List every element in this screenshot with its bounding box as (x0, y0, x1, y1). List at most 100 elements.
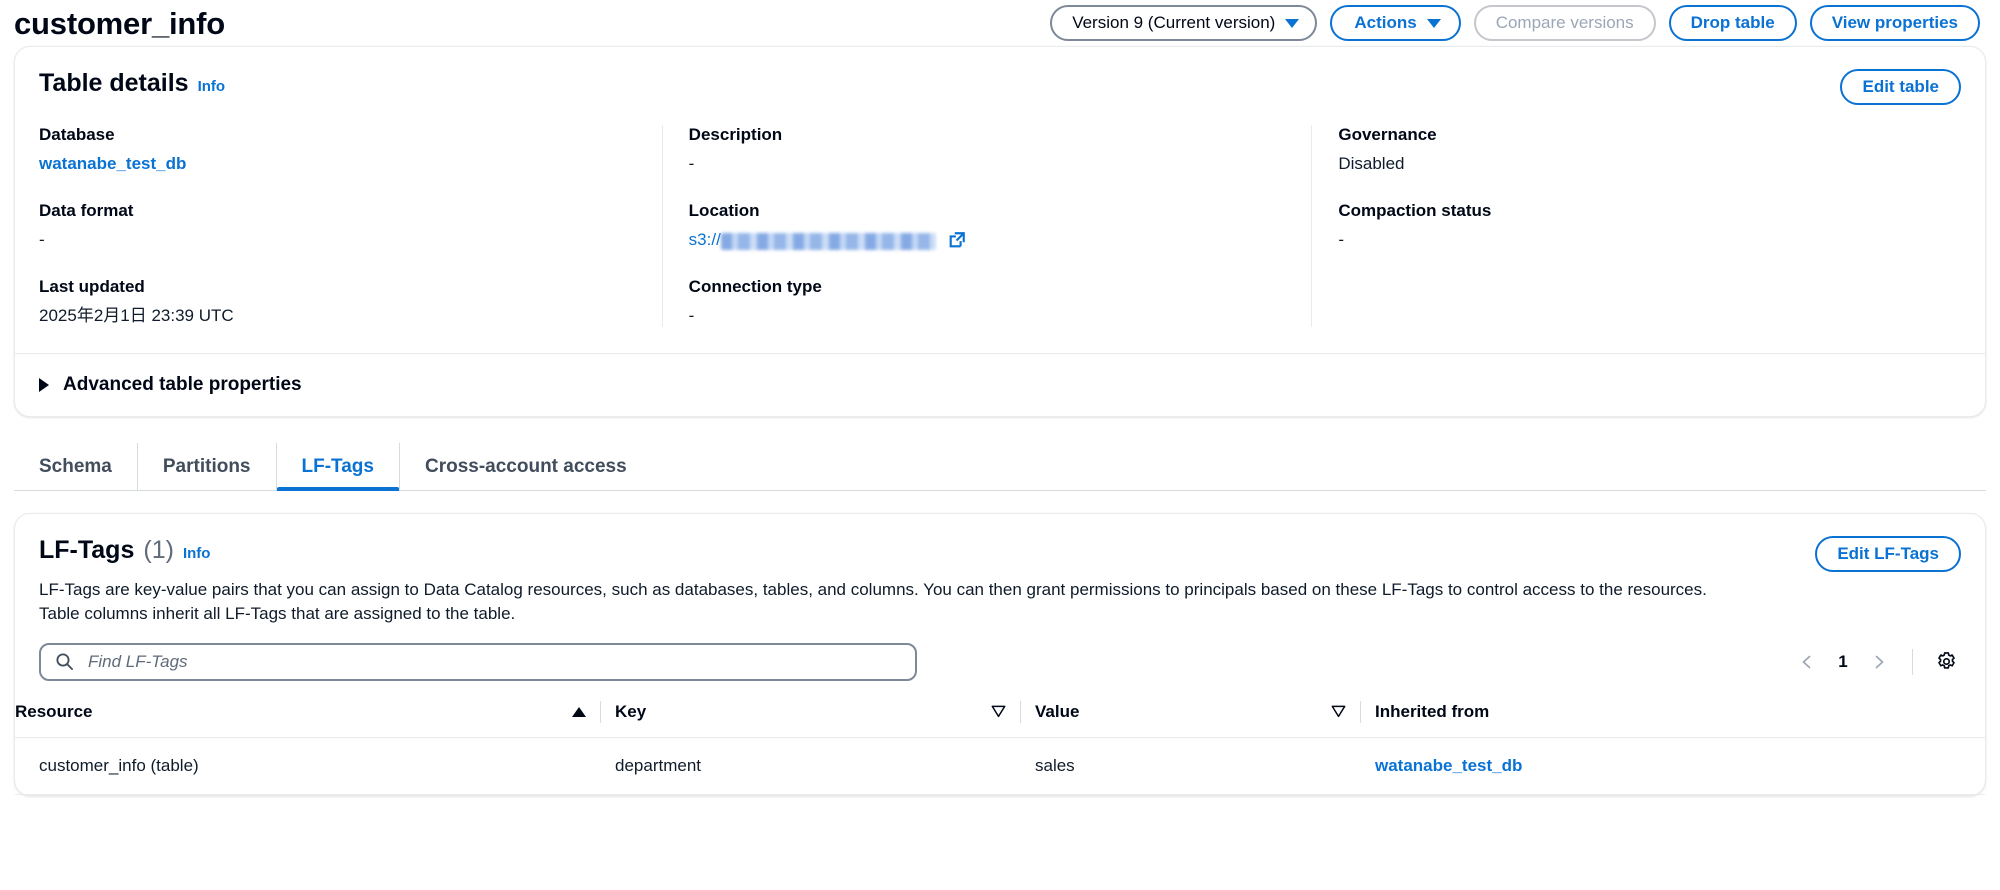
field-value: 2025年2月1日 23:39 UTC (39, 306, 234, 326)
tab-partitions[interactable]: Partitions (138, 443, 277, 491)
field-label: Last updated (39, 277, 145, 297)
header-actions: Version 9 (Current version) Actions Comp… (1050, 5, 1980, 41)
pagination-page-1[interactable]: 1 (1830, 652, 1856, 672)
column-header-key[interactable]: Key (615, 692, 1035, 738)
tab-label: Cross-account access (424, 455, 627, 477)
field-label: Description (688, 125, 783, 144)
search-box[interactable] (39, 642, 917, 681)
field-value: Disabled (1338, 154, 1405, 173)
lf-tags-toolbar: 1 (15, 627, 1985, 693)
field-database: Database watanabe_test_db (39, 125, 636, 175)
sort-ascending-icon (572, 706, 586, 717)
triangle-right-icon (39, 378, 49, 393)
lf-tags-header: LF-Tags (1) Info Edit LF-Tags (15, 514, 1985, 578)
advanced-table-properties-expander[interactable]: Advanced table properties (15, 353, 1985, 416)
actions-button-label: Actions (1354, 13, 1417, 32)
info-link[interactable]: Info (198, 78, 226, 95)
table-details-title: Table details (39, 69, 189, 97)
field-location: Location s3:// (689, 201, 1286, 251)
sort-unsorted-icon (991, 705, 1006, 718)
pagination: 1 (1790, 645, 1963, 679)
details-column-1: Database watanabe_test_db Data format - … (39, 125, 662, 327)
lf-tags-description-line-1: LF-Tags are key-value pairs that you can… (39, 580, 1707, 600)
field-label: Connection type (688, 277, 822, 297)
pagination-next-button[interactable] (1862, 645, 1896, 679)
table-preferences-button[interactable] (1929, 645, 1963, 679)
lf-tags-table-body: customer_info (table) department sales w… (15, 737, 1985, 795)
pagination-prev-button[interactable] (1790, 645, 1824, 679)
drop-table-button[interactable]: Drop table (1668, 5, 1797, 41)
field-label: Location (688, 201, 760, 221)
tab-bar: Schema Partitions LF-Tags Cross-account … (14, 443, 1986, 492)
table-details-header: Table details Info Edit table (15, 47, 1985, 111)
version-selector-dropdown[interactable]: Version 9 (Current version) (1050, 5, 1318, 41)
compare-versions-label: Compare versions (1495, 13, 1634, 32)
gear-icon (1936, 651, 1957, 672)
column-header-label: Resource (15, 701, 93, 721)
location-link[interactable]: s3:// (689, 229, 721, 251)
field-value: - (688, 306, 695, 326)
sort-unsorted-icon (1331, 705, 1346, 718)
field-description: Description - (689, 125, 1286, 175)
field-label: Governance (1338, 125, 1437, 144)
redacted-location-value (720, 232, 936, 250)
table-header-row: Resource Key Value Inherited from (15, 692, 1985, 738)
cell-key: department (615, 737, 1035, 795)
database-link[interactable]: watanabe_test_db (39, 154, 186, 173)
field-label: Database (39, 125, 115, 144)
view-properties-button[interactable]: View properties (1809, 5, 1980, 41)
column-header-label: Value (1035, 701, 1080, 721)
tab-label: LF-Tags (301, 455, 374, 477)
field-data-format: Data format - (39, 201, 636, 251)
column-header-inherited-from[interactable]: Inherited from (1375, 692, 1985, 738)
view-properties-label: View properties (1831, 13, 1958, 32)
table-details-grid: Database watanabe_test_db Data format - … (15, 111, 1985, 353)
chevron-left-icon (1799, 654, 1815, 670)
lf-tags-description-line-2: Table columns inherit all LF-Tags that a… (39, 604, 516, 624)
tab-cross-account-access[interactable]: Cross-account access (400, 443, 652, 490)
search-input[interactable] (86, 650, 901, 673)
edit-lf-tags-label: Edit LF-Tags (1837, 544, 1939, 564)
search-icon (55, 652, 74, 671)
version-selector-label: Version 9 (Current version) (1072, 13, 1276, 32)
compare-versions-button[interactable]: Compare versions (1473, 5, 1656, 41)
toolbar-divider (1912, 648, 1913, 675)
lf-tags-title: LF-Tags (39, 536, 135, 565)
table-row[interactable]: customer_info (table) department sales w… (15, 737, 1985, 795)
field-connection-type: Connection type - (689, 277, 1286, 327)
lf-tags-table-head: Resource Key Value Inherited from (15, 692, 1985, 738)
cell-resource: customer_info (table) (15, 737, 615, 795)
cell-value: sales (1035, 737, 1375, 795)
details-column-2: Description - Location s3:// Connection … (661, 125, 1312, 328)
page-title: customer_info (14, 5, 225, 41)
column-header-label: Inherited from (1375, 701, 1490, 721)
field-label: Compaction status (1338, 201, 1492, 221)
external-link-icon[interactable] (948, 231, 966, 249)
chevron-down-icon (1285, 18, 1300, 28)
table-details-card: Table details Info Edit table Database w… (14, 46, 1986, 418)
field-value: - (39, 230, 45, 250)
lf-tags-title-group: LF-Tags (1) Info (39, 536, 210, 565)
column-header-value[interactable]: Value (1035, 692, 1375, 738)
tab-schema[interactable]: Schema (14, 443, 138, 491)
advanced-table-properties-label: Advanced table properties (63, 374, 302, 396)
lf-tags-table: Resource Key Value Inherited from custom… (15, 692, 1985, 795)
actions-button[interactable]: Actions (1330, 5, 1461, 41)
cell-inherited-from: watanabe_test_db (1375, 737, 1985, 795)
details-column-3: Governance Disabled Compaction status - (1311, 125, 1961, 328)
chevron-right-icon (1871, 654, 1887, 670)
info-link[interactable]: Info (183, 545, 211, 562)
column-header-resource[interactable]: Resource (15, 692, 615, 738)
page-header: customer_info Version 9 (Current version… (0, 0, 2000, 46)
edit-lf-tags-button[interactable]: Edit LF-Tags (1815, 536, 1961, 573)
tab-label: Schema (39, 455, 112, 477)
field-compaction-status: Compaction status - (1338, 201, 1935, 251)
inherited-from-link[interactable]: watanabe_test_db (1375, 756, 1522, 775)
edit-table-button[interactable]: Edit table (1840, 69, 1961, 105)
field-value: - (688, 154, 695, 173)
lf-tags-card: LF-Tags (1) Info Edit LF-Tags LF-Tags ar… (14, 513, 1986, 796)
table-details-title-group: Table details Info (39, 69, 225, 98)
field-governance: Governance Disabled (1338, 125, 1935, 175)
tab-lf-tags[interactable]: LF-Tags (276, 443, 400, 492)
chevron-down-icon (1426, 18, 1441, 28)
